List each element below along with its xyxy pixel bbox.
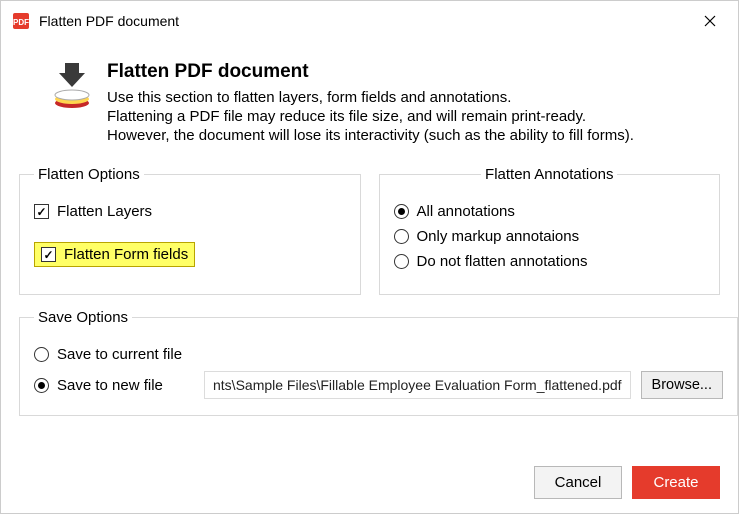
- radio-icon: [34, 347, 49, 362]
- checkbox-icon: [41, 247, 56, 262]
- window-title: Flatten PDF document: [39, 13, 179, 29]
- checkbox-icon: [34, 204, 49, 219]
- flatten-annotations-legend: Flatten Annotations: [481, 166, 617, 183]
- save-new-radio[interactable]: Save to new file: [34, 377, 194, 394]
- annotations-markup-label: Only markup annotaions: [417, 228, 580, 245]
- annotations-all-label: All annotations: [417, 203, 515, 220]
- dialog-footer: Cancel Create: [534, 466, 720, 499]
- flatten-icon: [51, 61, 93, 117]
- flatten-layers-checkbox[interactable]: Flatten Layers: [34, 203, 346, 220]
- app-pdf-icon: PDF: [11, 11, 31, 31]
- header-title: Flatten PDF document: [107, 61, 634, 83]
- flatten-form-fields-label: Flatten Form fields: [64, 246, 188, 263]
- radio-icon: [394, 204, 409, 219]
- save-current-label: Save to current file: [57, 346, 182, 363]
- cancel-button[interactable]: Cancel: [534, 466, 622, 499]
- annotations-none-label: Do not flatten annotations: [417, 253, 588, 270]
- annotations-none-radio[interactable]: Do not flatten annotations: [394, 253, 706, 270]
- title-bar: PDF Flatten PDF document: [1, 1, 738, 41]
- svg-text:PDF: PDF: [13, 18, 29, 27]
- flatten-options-legend: Flatten Options: [34, 166, 144, 183]
- create-button[interactable]: Create: [632, 466, 720, 499]
- save-options-legend: Save Options: [34, 309, 132, 326]
- header-line3: However, the document will lose its inte…: [107, 127, 634, 144]
- radio-icon: [394, 229, 409, 244]
- browse-button[interactable]: Browse...: [641, 371, 723, 399]
- save-path-input[interactable]: nts\Sample Files\Fillable Employee Evalu…: [204, 371, 631, 399]
- close-button[interactable]: [692, 7, 728, 35]
- flatten-layers-label: Flatten Layers: [57, 203, 152, 220]
- save-new-label: Save to new file: [57, 377, 163, 394]
- annotations-markup-radio[interactable]: Only markup annotaions: [394, 228, 706, 245]
- annotations-all-radio[interactable]: All annotations: [394, 203, 706, 220]
- flatten-form-fields-checkbox[interactable]: Flatten Form fields: [34, 242, 195, 267]
- dialog-header: Flatten PDF document Use this section to…: [1, 41, 738, 156]
- header-line2: Flattening a PDF file may reduce its fil…: [107, 108, 634, 125]
- save-current-radio[interactable]: Save to current file: [34, 346, 723, 363]
- header-line1: Use this section to flatten layers, form…: [107, 89, 634, 106]
- flatten-options-group: Flatten Options Flatten Layers Flatten F…: [19, 166, 361, 295]
- flatten-annotations-group: Flatten Annotations All annotations Only…: [379, 166, 721, 295]
- save-options-group: Save Options Save to current file Save t…: [19, 309, 738, 416]
- radio-icon: [34, 378, 49, 393]
- radio-icon: [394, 254, 409, 269]
